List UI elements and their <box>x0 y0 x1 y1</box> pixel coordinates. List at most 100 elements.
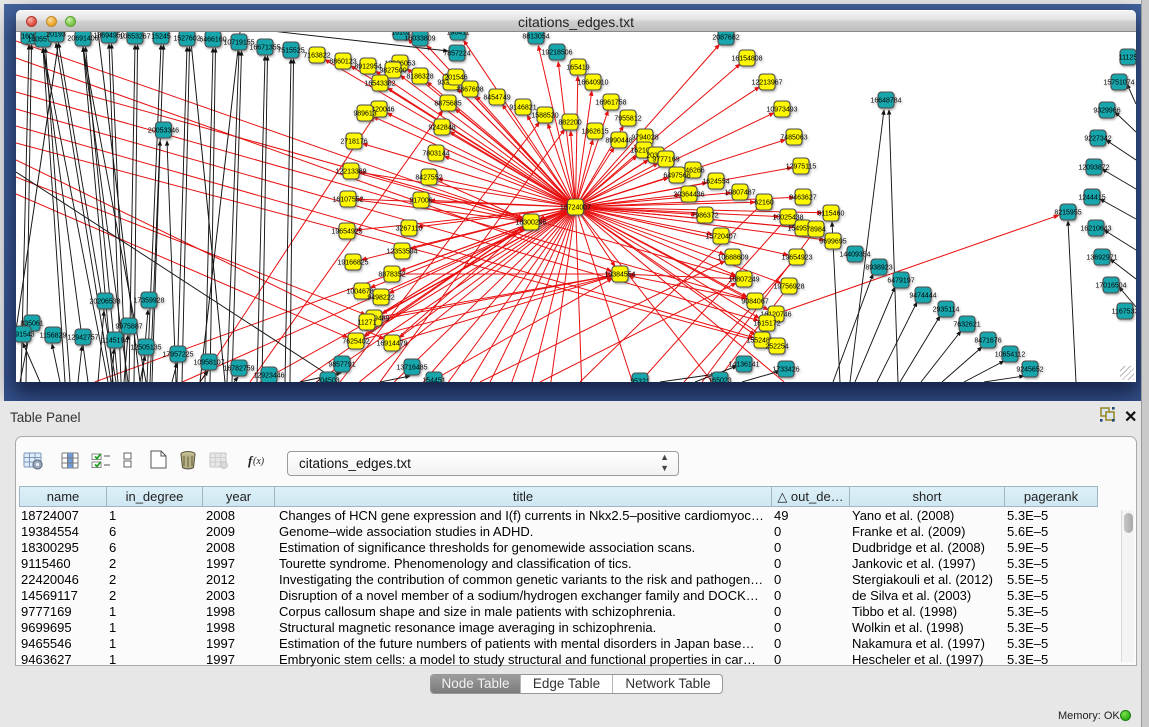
svg-text:16033809: 16033809 <box>404 35 435 42</box>
svg-text:19166825: 19166825 <box>337 259 368 266</box>
svg-text:190411: 190411 <box>447 32 470 36</box>
svg-text:8186328: 8186328 <box>406 73 433 80</box>
svg-text:6479197: 6479197 <box>887 277 914 284</box>
svg-text:1244415: 1244415 <box>1078 194 1105 201</box>
svg-text:12505135: 12505135 <box>130 344 161 351</box>
svg-text:7163822: 7163822 <box>303 52 330 59</box>
svg-text:15245: 15245 <box>151 33 171 40</box>
svg-text:78984: 78984 <box>806 226 826 233</box>
svg-text:10807487: 10807487 <box>724 189 755 196</box>
svg-text:9227342: 9227342 <box>1084 135 1111 142</box>
svg-text:8938923: 8938923 <box>865 264 892 271</box>
svg-text:12213967: 12213967 <box>751 79 782 86</box>
svg-text:6497568: 6497568 <box>663 172 690 179</box>
svg-text:391543: 391543 <box>16 331 35 338</box>
svg-text:20053346: 20053346 <box>148 127 179 134</box>
svg-text:882200: 882200 <box>558 119 581 126</box>
svg-text:10654112: 10654112 <box>995 351 1026 358</box>
svg-text:8875685: 8875685 <box>434 100 461 107</box>
svg-text:165419: 165419 <box>566 64 589 71</box>
svg-text:7632621: 7632621 <box>953 321 980 328</box>
svg-text:9699695: 9699695 <box>819 238 846 245</box>
svg-text:2935114: 2935114 <box>933 306 960 313</box>
svg-text:16543382: 16543382 <box>364 80 395 87</box>
svg-text:9474444: 9474444 <box>909 292 936 299</box>
svg-text:9777169: 9777169 <box>652 156 679 163</box>
svg-text:17016504: 17016504 <box>1095 282 1126 289</box>
svg-text:15720407: 15720407 <box>705 233 736 240</box>
svg-text:2867608: 2867608 <box>456 86 483 93</box>
svg-text:1145194: 1145194 <box>102 337 129 344</box>
svg-text:1527602: 1527602 <box>173 35 200 42</box>
svg-text:16154808: 16154808 <box>731 55 762 62</box>
svg-text:9115460: 9115460 <box>818 210 845 217</box>
svg-text:8860123: 8860123 <box>329 58 356 65</box>
svg-text:16914479: 16914479 <box>376 340 407 347</box>
svg-text:9827500: 9827500 <box>379 67 406 74</box>
svg-text:165023: 165023 <box>708 377 731 382</box>
svg-text:3267110: 3267110 <box>396 225 423 232</box>
svg-text:12093872: 12093872 <box>1078 164 1109 171</box>
svg-text:7955812: 7955812 <box>614 115 641 122</box>
svg-text:9857791: 9857791 <box>328 361 355 368</box>
svg-text:1362615: 1362615 <box>581 128 608 135</box>
svg-text:8878352: 8878352 <box>378 271 405 278</box>
svg-text:154451: 154451 <box>422 377 445 382</box>
svg-text:20193: 20193 <box>46 32 66 38</box>
svg-text:12923446: 12923446 <box>253 372 284 379</box>
svg-text:16210643: 16210643 <box>1080 225 1111 232</box>
svg-text:7485063: 7485063 <box>780 134 807 141</box>
svg-text:13692971: 13692971 <box>1086 254 1117 261</box>
svg-text:17359928: 17359928 <box>133 297 164 304</box>
svg-text:19756928: 19756928 <box>773 283 804 290</box>
svg-text:252254: 252254 <box>765 343 788 350</box>
svg-text:12353594: 12353594 <box>386 248 417 255</box>
svg-text:18807249: 18807249 <box>728 276 759 283</box>
svg-text:9794028: 9794028 <box>631 134 658 141</box>
svg-text:1615172: 1615172 <box>753 320 780 327</box>
svg-text:7803144: 7803144 <box>422 150 449 157</box>
svg-text:2087682: 2087682 <box>712 34 739 41</box>
svg-text:7857224: 7857224 <box>443 50 470 57</box>
svg-text:19384554: 19384554 <box>604 271 635 278</box>
svg-text:17957225: 17957225 <box>162 351 193 358</box>
svg-text:1167533: 1167533 <box>1112 308 1136 315</box>
svg-text:(x): (x) <box>253 456 265 467</box>
svg-text:7986372: 7986372 <box>691 212 718 219</box>
svg-text:1733426: 1733426 <box>772 366 799 373</box>
svg-text:8813054: 8813054 <box>522 33 549 40</box>
svg-text:9084067: 9084067 <box>741 298 768 305</box>
svg-text:201546: 201546 <box>444 74 467 81</box>
svg-text:16671355: 16671355 <box>249 44 280 51</box>
svg-text:10958107: 10958107 <box>193 359 224 366</box>
svg-text:11271: 11271 <box>358 319 377 326</box>
svg-text:19654925: 19654925 <box>331 228 362 235</box>
svg-text:12975115: 12975115 <box>786 163 817 170</box>
svg-text:8471676: 8471676 <box>974 337 1001 344</box>
svg-text:8215955: 8215955 <box>1054 209 1081 216</box>
svg-text:1588520: 1588520 <box>531 112 558 119</box>
svg-text:16107552: 16107552 <box>332 196 363 203</box>
svg-text:20364436: 20364436 <box>673 191 704 198</box>
svg-text:2718176: 2718176 <box>340 138 367 145</box>
svg-text:62160: 62160 <box>754 199 774 206</box>
svg-text:16648784: 16648784 <box>870 97 901 104</box>
svg-text:95321: 95321 <box>630 378 650 382</box>
svg-text:11125: 11125 <box>1119 54 1136 61</box>
svg-text:14136141: 14136141 <box>728 361 759 368</box>
svg-text:14409354: 14409354 <box>839 251 870 258</box>
svg-text:10688609: 10688609 <box>717 254 748 261</box>
svg-text:9146821: 9146821 <box>509 104 536 111</box>
svg-text:19654923: 19654923 <box>781 254 812 261</box>
svg-text:20206538: 20206538 <box>89 298 120 305</box>
svg-text:16961758: 16961758 <box>595 99 626 106</box>
svg-text:204503: 204503 <box>316 377 339 382</box>
svg-text:7625402: 7625402 <box>342 338 369 345</box>
svg-text:1624554: 1624554 <box>702 178 729 185</box>
svg-text:917006: 917006 <box>409 197 432 204</box>
svg-text:8912954: 8912954 <box>354 63 381 70</box>
svg-text:15751074: 15751074 <box>1103 79 1134 86</box>
svg-text:18300295: 18300295 <box>515 219 546 226</box>
svg-text:1156829: 1156829 <box>40 332 67 339</box>
svg-text:12942757: 12942757 <box>67 334 98 341</box>
